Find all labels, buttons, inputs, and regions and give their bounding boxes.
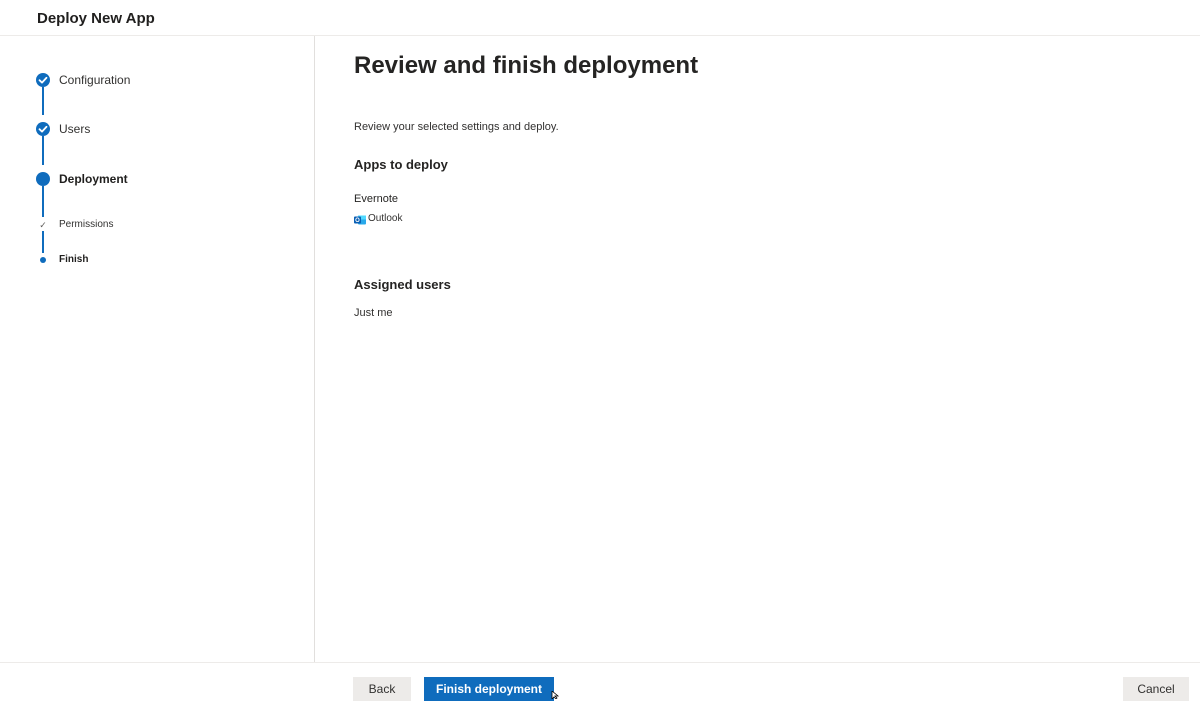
main-content: Review and finish deployment Review your… [315,36,1200,663]
footer: Back Finish deployment Cancel [0,662,1200,701]
step-deployment[interactable]: Deployment [59,172,128,186]
step-connector [42,186,44,217]
dialog-title: Deploy New App [37,10,155,27]
current-step-icon [36,172,50,186]
app-name: Evernote [354,193,399,205]
header: Deploy New App [0,0,1200,36]
current-substep-icon [40,257,46,263]
cancel-button[interactable]: Cancel [1123,677,1189,701]
app-platform: O Outlook [354,210,403,225]
svg-text:O: O [355,218,360,224]
assigned-users-value: Just me [354,307,393,319]
stepper-sidebar: Configuration Users Deployment ✓ Permiss… [0,36,315,663]
substep-finish[interactable]: Finish [59,254,88,265]
page-title: Review and finish deployment [354,52,699,79]
back-button[interactable]: Back [353,677,411,701]
users-heading: Assigned users [354,277,451,292]
step-connector [42,87,44,115]
apps-heading: Apps to deploy [354,157,448,172]
check-circle-icon [36,73,50,87]
platform-label: Outlook [368,213,403,225]
check-circle-icon [36,122,50,136]
finish-deployment-button[interactable]: Finish deployment [424,677,554,701]
checkmark-icon: ✓ [39,220,47,230]
step-connector [42,231,44,253]
outlook-icon: O [354,213,366,225]
intro-text: Review your selected settings and deploy… [354,121,559,133]
step-users[interactable]: Users [59,122,90,136]
step-connector [42,136,44,165]
step-configuration[interactable]: Configuration [59,73,130,87]
substep-permissions[interactable]: Permissions [59,219,113,230]
